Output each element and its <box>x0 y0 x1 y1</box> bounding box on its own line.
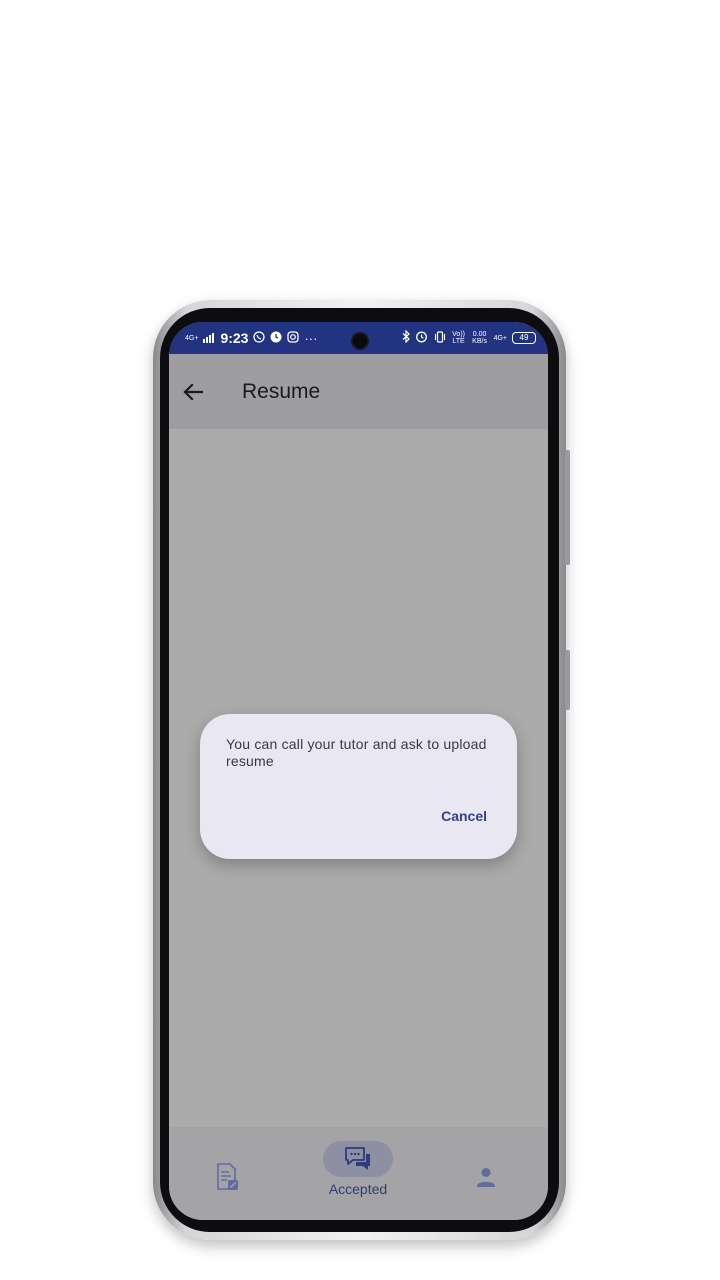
clock: 9:23 <box>220 330 249 346</box>
nav-item-profile[interactable] <box>471 1141 501 1195</box>
bottom-navigation: Accepted <box>169 1127 548 1220</box>
page-title: Resume <box>242 379 321 403</box>
vibrate-icon <box>433 330 447 346</box>
signal-icon <box>203 331 215 346</box>
alarm-icon <box>415 330 428 346</box>
volte-label: Vo)) LTE <box>452 331 465 345</box>
bluetooth-icon <box>402 329 410 346</box>
network-label-2: 4G+ <box>493 334 507 342</box>
network-label: 4G+ <box>185 334 199 342</box>
app-bar: Resume <box>169 354 548 429</box>
nav-item-accepted[interactable]: Accepted <box>323 1141 393 1197</box>
alert-dialog: You can call your tutor and ask to uploa… <box>200 714 517 859</box>
more-notifications-indicator: ··· <box>304 330 318 346</box>
front-camera <box>351 332 369 350</box>
volume-button <box>565 450 570 565</box>
whatsapp-icon <box>253 330 266 346</box>
screen: 4G+ 9:23 ··· Vo)) LTE 0.00 KB/s 4G+ 49 R… <box>169 322 548 1220</box>
arrow-back-icon <box>183 382 204 401</box>
back-button[interactable] <box>181 380 205 404</box>
nav-selected-indicator <box>323 1141 393 1177</box>
nav-item-resume[interactable] <box>201 1141 255 1195</box>
power-button <box>565 650 570 710</box>
cancel-button[interactable]: Cancel <box>435 804 493 828</box>
battery-indicator: 49 <box>512 332 536 344</box>
dialog-message: You can call your tutor and ask to uploa… <box>226 736 487 769</box>
chat-bubbles-icon <box>345 1147 370 1170</box>
instagram-icon <box>287 330 300 346</box>
timer-app-icon <box>270 331 282 346</box>
nav-label-accepted: Accepted <box>328 1181 388 1197</box>
data-speed: 0.00 KB/s <box>472 331 487 345</box>
resume-document-icon <box>217 1163 238 1190</box>
person-icon <box>477 1168 495 1187</box>
